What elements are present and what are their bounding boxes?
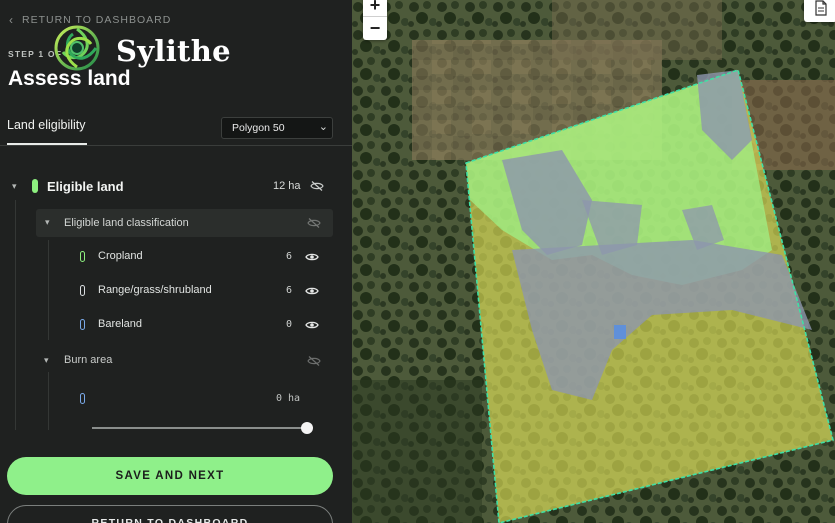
satellite-imagery xyxy=(352,0,835,523)
list-item-burn-area[interactable]: 0 ha xyxy=(80,390,332,406)
return-to-dashboard-button[interactable]: RETURN TO DASHBOARD xyxy=(7,505,333,523)
bareland-color-swatch xyxy=(80,319,85,330)
chevron-down-icon[interactable]: ▾ xyxy=(44,355,49,366)
zoom-out-button[interactable]: − xyxy=(363,17,387,39)
save-and-next-button[interactable]: SAVE AND NEXT xyxy=(7,457,333,495)
polygon-select[interactable]: Polygon 50 ⌄ xyxy=(221,117,333,139)
range-color-swatch xyxy=(80,285,85,296)
map-view[interactable] xyxy=(352,0,835,523)
eye-off-icon[interactable] xyxy=(307,218,321,228)
page-title: Assess land xyxy=(8,67,131,90)
chevron-down-icon[interactable]: ▾ xyxy=(12,181,17,192)
document-icon xyxy=(815,0,827,16)
burn-area-color-swatch xyxy=(80,393,85,404)
eligible-land-label: Eligible land xyxy=(47,179,124,194)
list-item-bareland[interactable]: Bareland 0 xyxy=(80,316,332,334)
eye-off-icon[interactable] xyxy=(307,356,321,366)
sylithe-logo xyxy=(54,25,100,71)
chevron-down-icon[interactable]: ▾ xyxy=(45,217,50,228)
burn-threshold-slider-thumb[interactable] xyxy=(301,422,313,434)
sidebar: ‹ RETURN TO DASHBOARD STEP 1 OF Sylithe … xyxy=(0,0,352,523)
polygon-select-value: Polygon 50 xyxy=(232,122,285,134)
zoom-in-button[interactable]: + xyxy=(363,0,387,16)
tree-connector xyxy=(48,372,49,430)
range-label: Range/grass/shrubland xyxy=(98,284,212,296)
range-value: 6 xyxy=(286,285,293,296)
active-tab-indicator xyxy=(7,143,87,145)
burn-area-label: Burn area xyxy=(64,354,113,366)
tab-land-eligibility[interactable]: Land eligibility xyxy=(7,118,86,132)
eligible-land-color-swatch xyxy=(32,179,38,193)
eye-icon[interactable] xyxy=(305,252,319,262)
eligible-land-row[interactable]: ▾ Eligible land 12 ha xyxy=(12,177,332,197)
tree-connector xyxy=(48,240,49,340)
cropland-value: 6 xyxy=(286,251,293,262)
cropland-label: Cropland xyxy=(98,250,143,262)
map-zoom-control: + − xyxy=(363,0,387,40)
tree-connector xyxy=(15,200,16,430)
export-document-button[interactable] xyxy=(804,0,835,22)
bareland-value: 0 xyxy=(286,319,293,330)
brand-name: Sylithe xyxy=(116,34,231,68)
classification-label: Eligible land classification xyxy=(64,217,189,229)
eye-icon[interactable] xyxy=(305,286,319,296)
eye-icon[interactable] xyxy=(305,320,319,330)
chevron-left-icon: ‹ xyxy=(9,13,14,27)
chevron-down-icon: ⌄ xyxy=(318,121,328,133)
burn-threshold-slider-track[interactable] xyxy=(92,427,311,429)
classification-group-header[interactable]: ▾ Eligible land classification xyxy=(36,209,333,237)
list-item-range-grass-shrubland[interactable]: Range/grass/shrubland 6 xyxy=(80,282,332,300)
burn-area-row[interactable]: ▾ Burn area xyxy=(44,353,334,369)
burn-area-value: 0 ha xyxy=(276,393,301,404)
cropland-color-swatch xyxy=(80,251,85,262)
eligible-land-value: 12 ha xyxy=(273,180,301,192)
list-item-cropland[interactable]: Cropland 6 xyxy=(80,248,332,266)
bareland-label: Bareland xyxy=(98,318,143,330)
eye-off-icon[interactable] xyxy=(310,181,324,191)
tab-bar: Land eligibility Polygon 50 ⌄ xyxy=(0,112,352,146)
